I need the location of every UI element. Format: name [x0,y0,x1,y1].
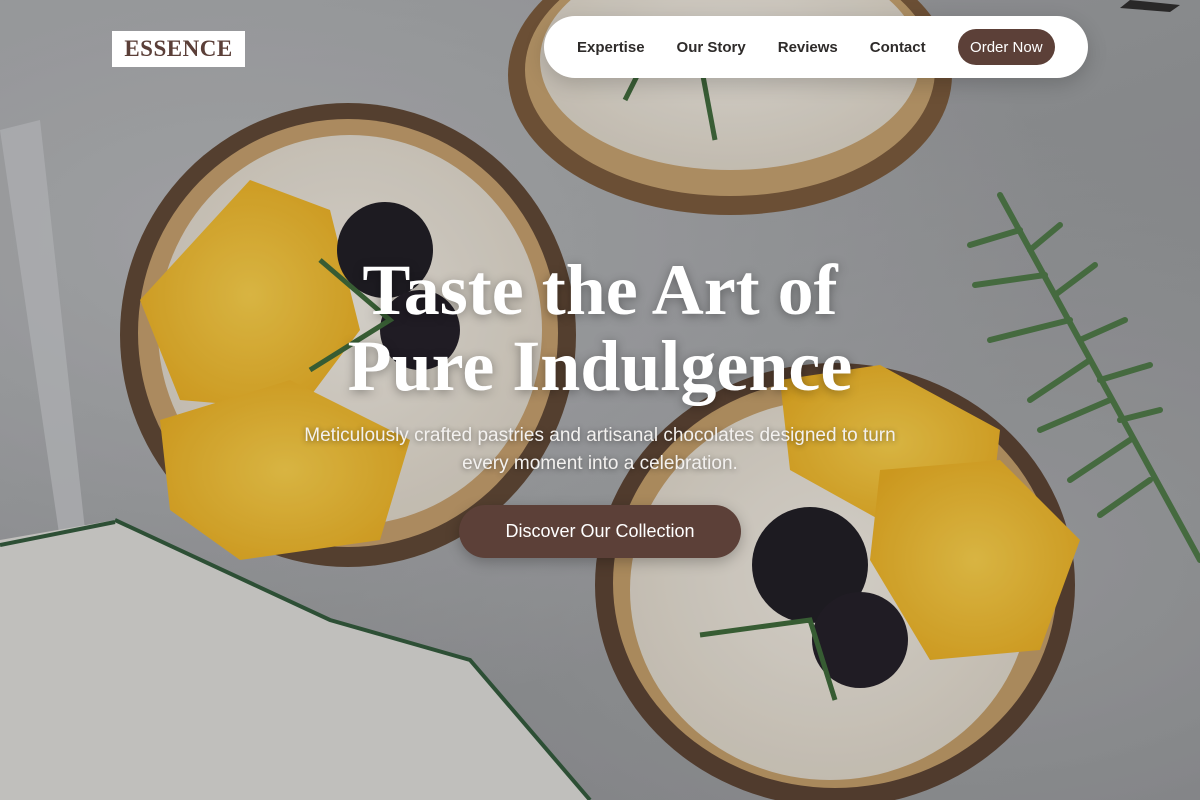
hero-subtitle-line-1: Meticulously crafted pastries and artisa… [304,425,896,446]
discover-collection-label: Discover Our Collection [505,521,695,541]
discover-collection-button[interactable]: Discover Our Collection [459,505,741,558]
nav-link-reviews[interactable]: Reviews [778,39,838,56]
hero-title: Taste the Art of Pure Indulgence [0,252,1200,404]
nav-link-expertise[interactable]: Expertise [577,39,645,56]
main-nav: Expertise Our Story Reviews Contact Orde… [544,16,1088,78]
order-now-button[interactable]: Order Now [957,29,1055,65]
hero-title-line-2: Pure Indulgence [347,326,853,406]
order-now-label: Order Now [970,38,1043,56]
hero-subtitle-line-2: every moment into a celebration. [462,453,738,474]
nav-link-contact[interactable]: Contact [870,39,926,56]
brand-logo-text: ESSENCE [124,36,233,61]
hero-subtitle: Meticulously crafted pastries and artisa… [260,422,940,478]
brand-logo[interactable]: ESSENCE [112,31,245,67]
hero-title-line-1: Taste the Art of [362,250,838,330]
nav-link-our-story[interactable]: Our Story [677,39,746,56]
